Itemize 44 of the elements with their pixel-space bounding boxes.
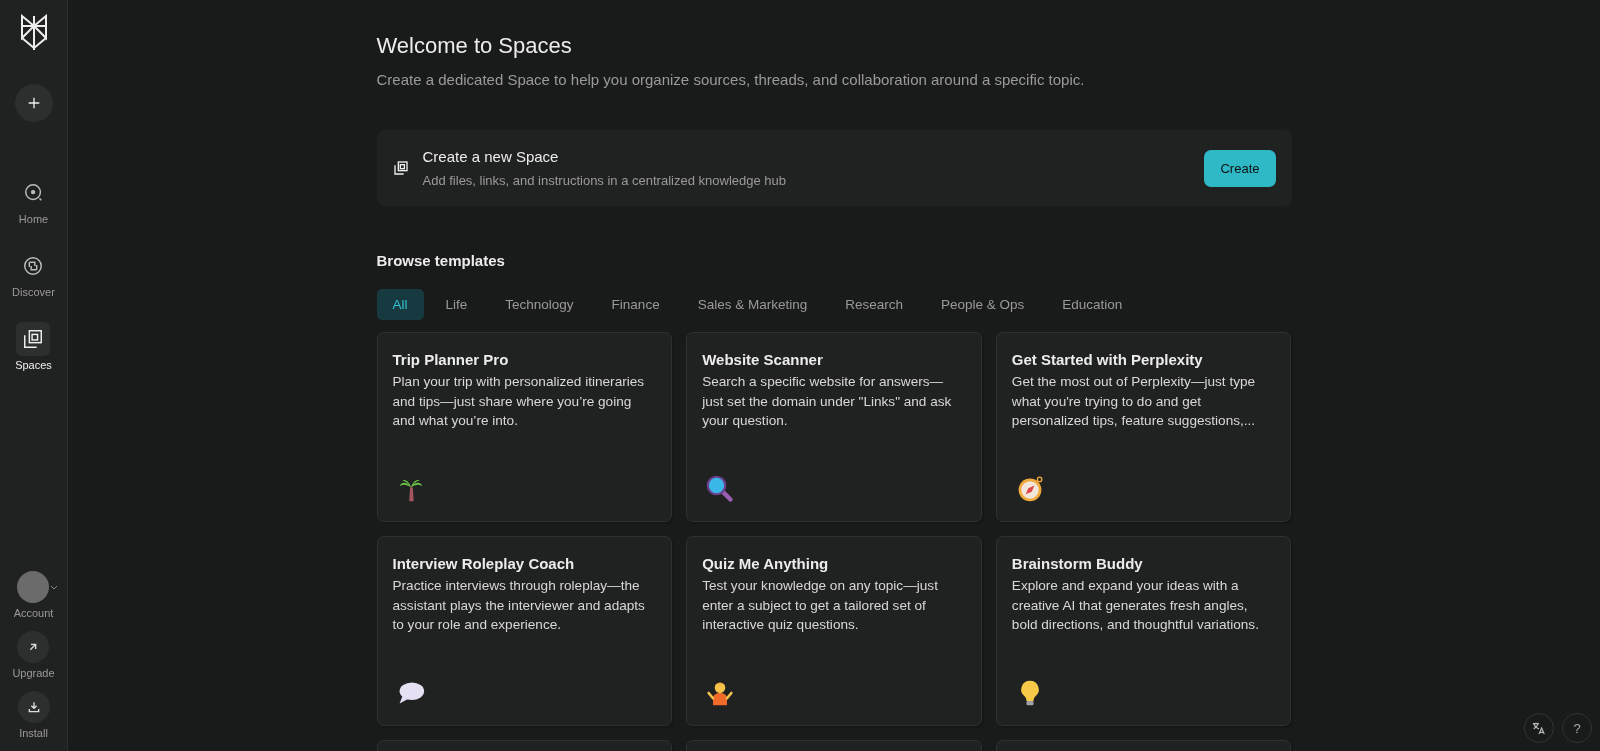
- template-card[interactable]: Quiz Me Anything Test your knowledge on any topic—just enter a subject to get a tailored set of interactive quiz questions.: [686, 536, 982, 726]
- create-space-description: Add files, links, and instructions in a centralized knowledge hub: [422, 173, 787, 188]
- template-card[interactable]: Website Scanner Search a specific website for answers—just set the domain under "Links" and ask your question.: [686, 332, 982, 522]
- category-tab[interactable]: Life: [429, 289, 484, 320]
- category-tab[interactable]: All: [376, 289, 424, 320]
- globe-icon: [22, 255, 45, 277]
- template-title: Trip Planner Pro: [392, 351, 510, 368]
- template-title: Quiz Me Anything: [702, 555, 830, 572]
- template-description: Explore and expand your ideas with a creative AI that generates fresh angles, bold directions, and thoughtful variations.: [1011, 577, 1260, 634]
- new-thread-button[interactable]: [14, 84, 53, 122]
- template-description: Search a specific website for answers—just set the domain under "Links" and ask your question.: [702, 373, 953, 430]
- create-button[interactable]: Create: [1204, 149, 1276, 187]
- template-card[interactable]: Trip Planner Pro Plan your trip with personalized itineraries and tips—just share where you’re going and what you’re into.: [376, 332, 673, 522]
- template-description: Get the most out of Perplexity—just type what you're trying to do and get personalized tips, feature suggestions,...: [1011, 373, 1257, 430]
- category-tab[interactable]: Education: [1046, 289, 1139, 320]
- translate-icon: [1532, 721, 1546, 735]
- stacked-squares-icon: [22, 328, 45, 350]
- sidebar-item[interactable]: Account: [9, 571, 58, 619]
- template-card[interactable]: Interview Roleplay Coach Practice interviews through roleplay—the assistant plays the interviewer and adapts to your role and experience.: [376, 536, 673, 726]
- category-tab[interactable]: People & Ops: [925, 289, 1041, 320]
- template-title: Interview Roleplay Coach: [392, 555, 576, 572]
- template-description: Practice interviews through roleplay—the assistant plays the interviewer and adapts to your role and experience.: [392, 577, 646, 634]
- avatar: [17, 571, 49, 603]
- template-title: Get Started with Perplexity: [1011, 351, 1204, 368]
- template-description: Test your knowledge on any topic—just enter a subject to get a tailored set of interactive quiz questions.: [702, 577, 939, 634]
- category-tab[interactable]: Research: [829, 289, 919, 320]
- page-title: Welcome to Spaces: [376, 33, 573, 59]
- sidebar-item[interactable]: Discover: [12, 249, 55, 298]
- sidebar-item[interactable]: Home: [16, 176, 51, 225]
- template-title: Website Scanner: [702, 351, 824, 368]
- create-space-title: Create a new Space: [422, 148, 560, 165]
- section-heading: Browse templates: [376, 252, 506, 269]
- template-card[interactable]: Get Started with Perplexity Get the most out of Perplexity—just type what you're trying to do and get personalized tips, feature suggestions,...: [995, 332, 1292, 522]
- template-title: Brainstorm Buddy: [1011, 555, 1144, 572]
- template-description: Plan your trip with personalized itineraries and tips—just share where you’re going and what you’re into.: [392, 373, 646, 430]
- template-card[interactable]: Brainstorm Buddy Explore and expand your ideas with a creative AI that generates fresh angles, bold directions, and thoughtful variations.: [995, 536, 1292, 726]
- magnifier-icon: [706, 475, 735, 503]
- category-tab[interactable]: Technology: [489, 289, 590, 320]
- caret-icon: [50, 583, 58, 591]
- page-subtitle: Create a dedicated Space to help you organize sources, threads, and collaboration around a specific topic.: [376, 71, 1086, 88]
- stacked-squares-icon: [392, 160, 409, 176]
- category-tab[interactable]: Finance: [595, 289, 676, 320]
- search-icon: [22, 182, 45, 204]
- category-tab[interactable]: Sales & Marketing: [681, 289, 824, 320]
